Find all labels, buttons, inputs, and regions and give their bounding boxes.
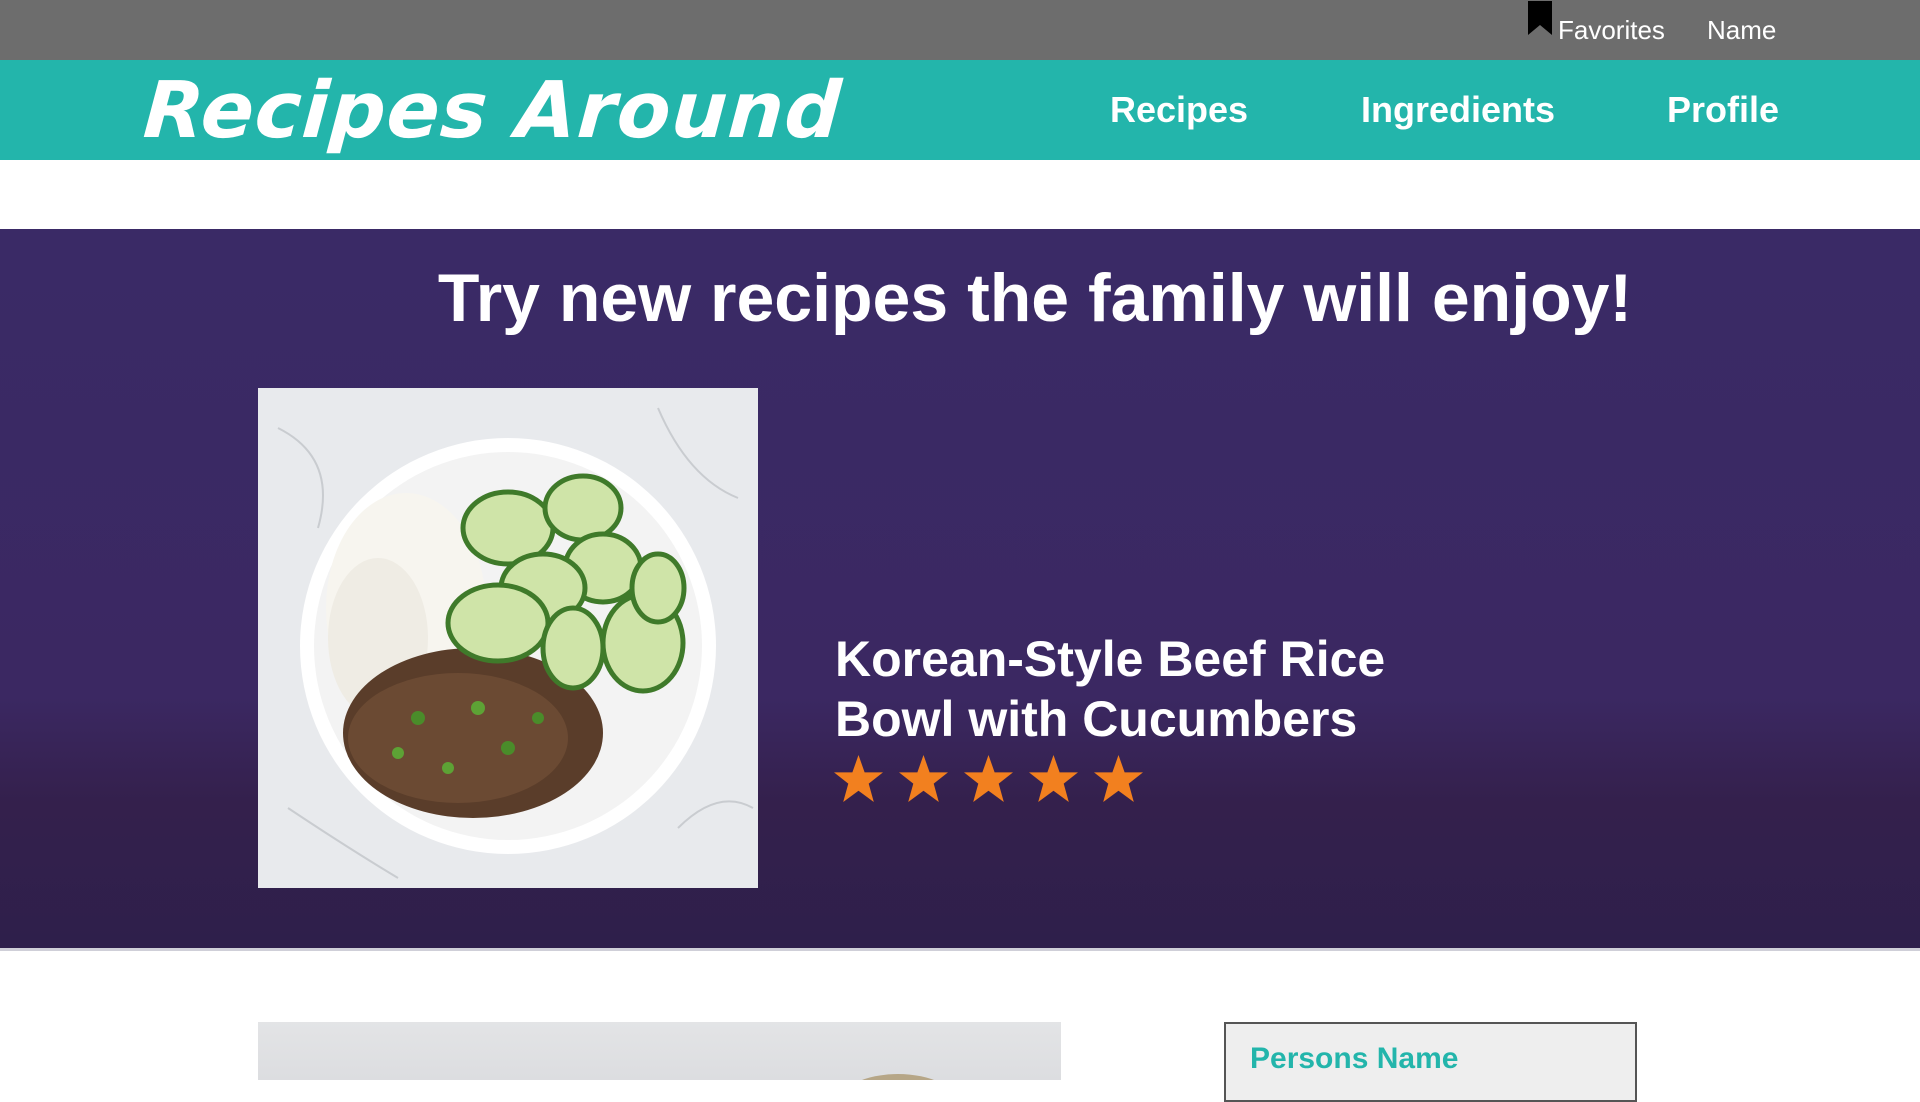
profile-card: Persons Name — [1224, 1022, 1637, 1102]
favorites-label: Favorites — [1558, 14, 1665, 45]
top-bar: Favorites Name — [0, 0, 1920, 60]
profile-person-name[interactable]: Persons Name — [1250, 1042, 1458, 1076]
featured-recipe-image[interactable] — [258, 388, 758, 888]
featured-recipe-hero: Try new recipes the family will enjoy! K… — [0, 229, 1920, 951]
nav-recipes[interactable]: Recipes — [1110, 60, 1248, 160]
nav-profile[interactable]: Profile — [1667, 60, 1779, 160]
star-icon — [964, 755, 1013, 802]
bookmark-icon — [1528, 1, 1552, 35]
user-name-link[interactable]: Name — [1707, 0, 1776, 60]
site-logo[interactable]: Recipes Around — [141, 66, 845, 156]
recipe-card-image[interactable] — [258, 1022, 1061, 1080]
star-icon — [1029, 755, 1078, 802]
star-icon — [834, 755, 883, 802]
recipe-rating — [833, 753, 1144, 804]
star-icon — [1094, 755, 1143, 802]
favorites-link[interactable]: Favorites — [1526, 0, 1665, 60]
nav-ingredients[interactable]: Ingredients — [1361, 60, 1555, 160]
star-icon — [899, 755, 948, 802]
hero-heading: Try new recipes the family will enjoy! — [437, 260, 1633, 336]
main-nav: Recipes Around Recipes Ingredients Profi… — [0, 60, 1920, 160]
bowl-image-edge — [838, 1074, 958, 1080]
featured-recipe-title[interactable]: Korean-Style Beef Rice Bowl with Cucumbe… — [835, 629, 1435, 749]
